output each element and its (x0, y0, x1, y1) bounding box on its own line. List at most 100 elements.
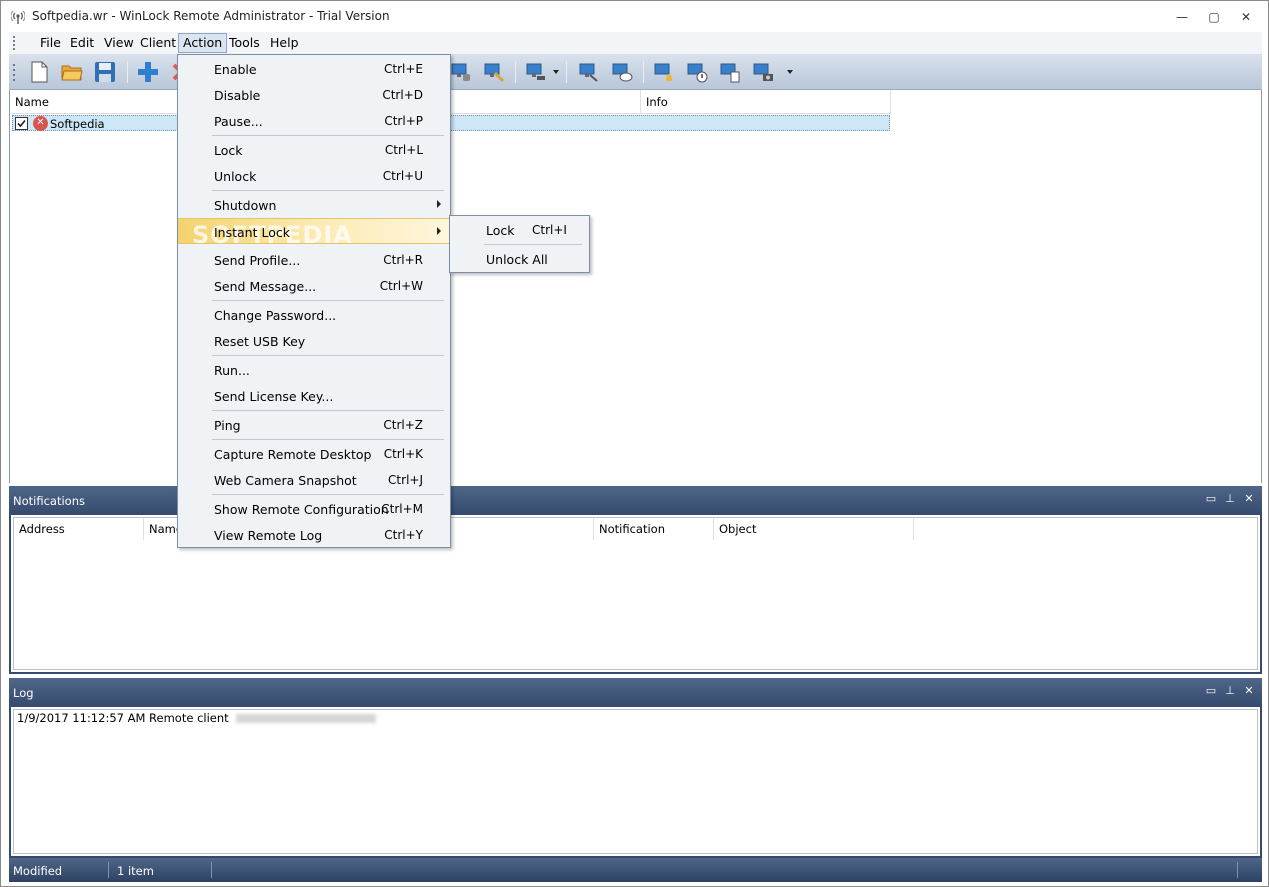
pin-icon[interactable]: ⊥ (1223, 492, 1237, 506)
menu-item-reset-usb-key[interactable]: Reset USB Key (178, 328, 450, 354)
close-icon: ✕ (1240, 9, 1252, 24)
chevron-down-icon[interactable] (552, 69, 560, 75)
menu-item-shortcut: Ctrl+R (383, 253, 423, 267)
menu-item-label: Shutdown (214, 198, 277, 213)
power-button[interactable] (524, 60, 548, 84)
menu-separator (212, 190, 444, 191)
alert-button[interactable] (652, 60, 676, 84)
column-object[interactable]: Object (714, 518, 914, 540)
check-icon (17, 119, 26, 128)
menu-item-send-license-key[interactable]: Send License Key... (178, 383, 450, 409)
menu-item-unlock[interactable]: Unlock Ctrl+U (178, 163, 450, 189)
error-status-icon: ✕ (33, 116, 48, 131)
log-button[interactable] (718, 60, 742, 84)
menu-item-label: Ping (214, 418, 241, 433)
menu-item-label: Unlock (214, 169, 257, 184)
toolbar-separator (643, 61, 644, 83)
menu-item-instant-lock[interactable]: SOFTPEDIA Instant Lock (178, 218, 450, 249)
menu-item-ping[interactable]: Ping Ctrl+Z (178, 412, 450, 438)
menu-item-change-password[interactable]: Change Password... (178, 302, 450, 328)
toolbar-separator (566, 61, 567, 83)
lock-client-button[interactable] (449, 60, 473, 84)
status-count: 1 item (117, 864, 154, 878)
menu-item-shortcut: Ctrl+M (381, 502, 423, 516)
log-entry-text: 1/9/2017 11:12:57 AM Remote client (17, 711, 229, 725)
menu-item-disable[interactable]: Disable Ctrl+D (178, 82, 450, 108)
client-name: Softpedia (50, 117, 105, 131)
chevron-down-icon[interactable] (786, 69, 794, 75)
menu-item-capture-remote-desktop[interactable]: Capture Remote Desktop Ctrl+K (178, 441, 450, 467)
table-row[interactable]: ✕ Softpedia (12, 115, 890, 131)
menu-item-label: Run... (214, 363, 250, 378)
action-menu: Enable Ctrl+E Disable Ctrl+D Pause... Ctrl+… (177, 54, 451, 548)
menu-help[interactable]: Help (266, 33, 303, 53)
menu-item-send-profile[interactable]: Send Profile... Ctrl+R (178, 247, 450, 273)
column-notification[interactable]: Notification (594, 518, 714, 540)
tools-client-button[interactable] (482, 60, 506, 84)
menu-item-send-message[interactable]: Send Message... Ctrl+W (178, 273, 450, 299)
close-pane-icon[interactable]: ✕ (1242, 492, 1256, 506)
menu-item-web-camera-snapshot[interactable]: Web Camera Snapshot Ctrl+J (178, 467, 450, 493)
menu-item-shortcut: Ctrl+L (384, 143, 423, 157)
redacted-text (236, 714, 377, 723)
submenu-item-unlock-all[interactable]: Unlock All (450, 246, 589, 272)
monitor-lock-icon (451, 63, 470, 81)
instant-lock-submenu: Lock Ctrl+I Unlock All (449, 215, 590, 273)
notifications-title: Notifications (13, 494, 85, 508)
log-list: 1/9/2017 11:12:57 AM Remote client (13, 709, 1258, 854)
maximize-button[interactable]: ▢ (1198, 1, 1230, 32)
submenu-item-lock[interactable]: Lock Ctrl+I (450, 217, 589, 243)
menu-client[interactable]: Client (136, 33, 180, 53)
menu-item-enable[interactable]: Enable Ctrl+E (178, 56, 450, 82)
column-address[interactable]: Address (14, 518, 144, 540)
close-pane-icon[interactable]: ✕ (1242, 684, 1256, 698)
open-folder-button[interactable] (60, 60, 84, 84)
add-client-button[interactable] (136, 60, 160, 84)
restore-pane-icon[interactable]: ▭ (1204, 492, 1218, 506)
save-icon (95, 62, 115, 82)
menu-item-shutdown[interactable]: Shutdown (178, 192, 450, 218)
row-checkbox[interactable] (15, 117, 28, 130)
close-button[interactable]: ✕ (1230, 1, 1262, 32)
antenna-icon (11, 10, 25, 24)
menu-action[interactable]: Action (178, 33, 228, 53)
menu-item-pause[interactable]: Pause... Ctrl+P (178, 108, 450, 134)
menu-file[interactable]: File (36, 33, 65, 53)
menu-separator (212, 135, 444, 136)
monitor-network-icon (579, 63, 598, 82)
warning-button[interactable] (685, 60, 709, 84)
grip-icon[interactable] (12, 35, 16, 51)
menu-item-shortcut: Ctrl+Y (384, 528, 423, 542)
message-button[interactable] (610, 60, 634, 84)
menu-view[interactable]: View (100, 33, 138, 53)
monitor-camera-icon (753, 63, 773, 81)
menu-item-label: Send Profile... (214, 253, 301, 268)
menu-item-shortcut: Ctrl+P (384, 114, 423, 128)
column-info[interactable]: Info (641, 90, 891, 114)
monitor-plug-icon (526, 63, 545, 80)
submenu-arrow-icon (437, 227, 441, 235)
menu-tools[interactable]: Tools (225, 33, 264, 53)
camera-button[interactable] (751, 60, 775, 84)
pin-icon[interactable]: ⊥ (1223, 684, 1237, 698)
menu-item-shortcut: Ctrl+Z (383, 418, 423, 432)
menu-item-label: Send License Key... (214, 389, 334, 404)
menu-item-view-remote-log[interactable]: View Remote Log Ctrl+Y (178, 522, 450, 548)
toolbar-grip-icon[interactable] (12, 62, 16, 82)
menu-item-show-remote-configuration[interactable]: Show Remote Configuration Ctrl+M (178, 496, 450, 522)
menu-item-label: Instant Lock (214, 225, 290, 240)
menu-bar: File Edit View Client Action Tools Help (9, 32, 1262, 54)
restore-pane-icon[interactable]: ▭ (1204, 684, 1218, 698)
minimize-button[interactable]: — (1166, 1, 1198, 32)
menu-item-shortcut: Ctrl+D (382, 88, 423, 102)
menu-item-lock[interactable]: Lock Ctrl+L (178, 137, 450, 163)
new-file-button[interactable] (27, 60, 51, 84)
network-button[interactable] (577, 60, 601, 84)
maximize-icon: ▢ (1208, 9, 1220, 24)
menu-item-label: Disable (214, 88, 261, 103)
menu-edit[interactable]: Edit (66, 33, 98, 53)
menu-item-shortcut: Ctrl+W (379, 279, 423, 293)
monitor-warning-icon (687, 63, 708, 83)
menu-item-run[interactable]: Run... (178, 357, 450, 383)
save-button[interactable] (93, 60, 117, 84)
